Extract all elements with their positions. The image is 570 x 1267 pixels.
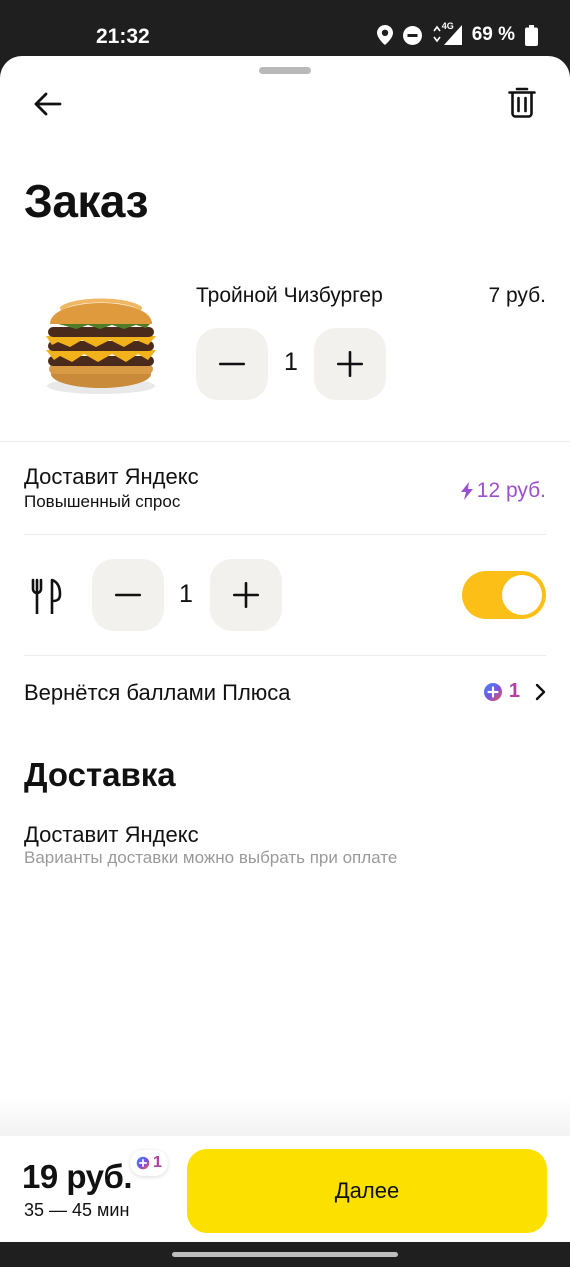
product-increase-button[interactable] xyxy=(314,328,386,400)
product-price: 7 руб. xyxy=(488,284,546,307)
product-decrease-button[interactable] xyxy=(196,328,268,400)
cutlery-quantity: 1 xyxy=(179,580,193,608)
home-indicator[interactable] xyxy=(172,1252,398,1257)
total-price: 19 руб. xyxy=(22,1158,133,1195)
trash-icon xyxy=(508,87,536,118)
cutlery-icon xyxy=(30,578,64,619)
surge-label: Повышенный спрос xyxy=(24,492,181,511)
divider xyxy=(0,441,570,442)
cutlery-toggle[interactable] xyxy=(462,571,546,619)
next-button[interactable]: Далее xyxy=(187,1149,547,1233)
plus-cashback-row[interactable]: Вернётся баллами Плюса 1 xyxy=(0,656,570,726)
system-nav-bar xyxy=(0,1242,570,1267)
delivery-hint: Варианты доставки можно выбрать при опла… xyxy=(24,848,398,867)
status-bar: 21:32 4G 69 % xyxy=(0,0,570,58)
status-time: 21:32 xyxy=(96,25,150,48)
delete-order-button[interactable] xyxy=(498,78,546,126)
plus-icon xyxy=(233,582,259,608)
total-points-value: 1 xyxy=(153,1154,162,1171)
plus-cashback-label: Вернётся баллами Плюса xyxy=(24,680,291,705)
chevron-right-icon xyxy=(535,683,546,700)
arrow-left-icon xyxy=(34,92,62,116)
toggle-knob xyxy=(502,575,542,615)
cutlery-decrease-button[interactable] xyxy=(92,559,164,631)
minus-icon xyxy=(219,362,245,366)
battery-percent: 69 % xyxy=(471,24,515,45)
delivery-price-value: 12 руб. xyxy=(476,479,546,502)
delivery-provider: Доставит Яндекс xyxy=(24,822,199,847)
sheet-grabber[interactable] xyxy=(259,67,311,74)
footer-shadow xyxy=(0,1096,570,1136)
delivery-provider-label: Доставит Яндекс xyxy=(24,464,199,489)
burger-image xyxy=(36,286,166,396)
plus-points-value: 1 xyxy=(508,680,520,702)
divider xyxy=(24,534,546,535)
status-icons: 4G 69 % xyxy=(376,21,538,46)
signal-icon: 4G xyxy=(432,21,462,45)
total-points-badge: 1 xyxy=(130,1150,168,1176)
plus-points-icon xyxy=(136,1156,150,1170)
product-name: Тройной Чизбургер xyxy=(196,284,383,307)
back-button[interactable] xyxy=(24,80,72,128)
delivery-section-title: Доставка xyxy=(24,756,176,793)
order-footer: 19 руб. 1 35 — 45 мин Далее xyxy=(0,1136,570,1242)
lightning-icon xyxy=(460,482,473,500)
plus-points-icon xyxy=(483,682,502,701)
product-quantity: 1 xyxy=(284,348,298,376)
plus-icon xyxy=(337,351,363,377)
delivery-eta: 35 — 45 мин xyxy=(24,1200,130,1220)
minus-icon xyxy=(115,593,141,597)
cutlery-increase-button[interactable] xyxy=(210,559,282,631)
dnd-icon xyxy=(402,25,422,45)
delivery-price: 12 руб. xyxy=(460,479,546,503)
order-sheet: Заказ Тройной Чизбургер 7 руб. 1 Достави… xyxy=(0,56,570,1242)
location-icon xyxy=(376,25,393,45)
page-title: Заказ xyxy=(24,175,148,227)
plus-cashback-points: 1 xyxy=(483,680,546,703)
network-type: 4G xyxy=(441,21,454,31)
battery-icon xyxy=(525,24,538,46)
